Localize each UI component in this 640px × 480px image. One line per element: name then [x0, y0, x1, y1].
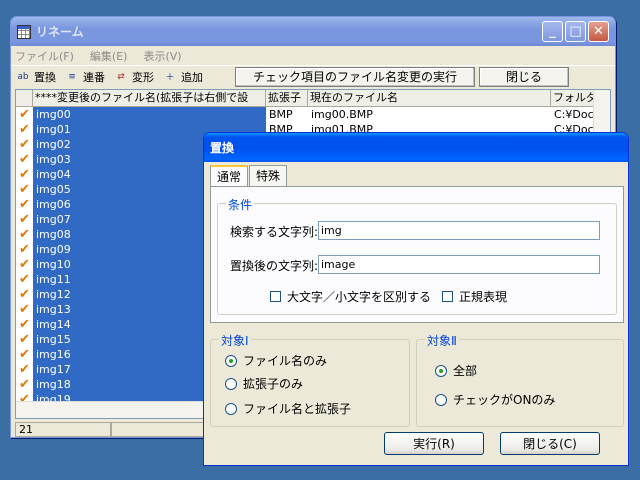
target1-group: 対象Ⅰ ファイル名のみ 拡張子のみ ファイル名と拡張子 [210, 332, 410, 427]
close-button[interactable]: 閉じる [479, 66, 569, 87]
transform-tool-button[interactable]: ⇄ 変形 [113, 69, 154, 85]
replace-tool-label: 置換 [34, 70, 56, 84]
menubar: ファイル(F) 編集(E) 表示(V) [11, 46, 615, 65]
radio-all-label: 全部 [453, 364, 478, 378]
check-icon[interactable]: ✔ [16, 317, 33, 332]
new-name-cell[interactable]: img00 [33, 107, 266, 122]
check-icon[interactable]: ✔ [16, 362, 33, 377]
radio-filename-only[interactable]: ファイル名のみ [225, 352, 327, 369]
check-icon[interactable]: ✔ [16, 347, 33, 362]
radio-dot[interactable] [435, 393, 447, 406]
add-tool-label: 追加 [181, 70, 203, 84]
transform-icon: ⇄ [117, 71, 125, 82]
check-icon[interactable]: ✔ [16, 152, 33, 167]
transform-tool-label: 変形 [132, 70, 154, 84]
search-input[interactable]: img [318, 221, 600, 240]
check-icon[interactable]: ✔ [16, 257, 33, 272]
maximize-button[interactable]: □ [565, 21, 586, 42]
target2-legend: 対象Ⅱ [425, 332, 459, 349]
sequence-icon: ≡ [68, 71, 76, 82]
tab-normal[interactable]: 通常 [210, 165, 249, 186]
radio-filename-and-ext[interactable]: ファイル名と拡張子 [225, 400, 351, 417]
menu-file[interactable]: ファイル(F) [15, 48, 74, 64]
check-icon[interactable]: ✔ [16, 137, 33, 152]
search-label: 検索する文字列: [230, 225, 319, 239]
check-icon[interactable]: ✔ [16, 107, 33, 122]
replace-input[interactable]: image [318, 255, 600, 274]
execute-button[interactable]: 実行(R) [384, 432, 484, 455]
minimize-button[interactable]: _ [542, 21, 563, 42]
check-icon[interactable]: ✔ [16, 377, 33, 392]
add-tool-button[interactable]: ＋ 追加 [162, 69, 203, 85]
radio-checked-only[interactable]: チェックがONのみ [435, 391, 555, 408]
dialog-tabs: 通常 特殊 [210, 165, 288, 186]
close-window-button[interactable]: ✕ [588, 21, 609, 42]
radio-filename-and-ext-label: ファイル名と拡張子 [243, 402, 352, 416]
case-sensitive-checkbox[interactable]: 大文字／小文字を区別する [270, 288, 431, 305]
header-ext[interactable]: 拡張子 [266, 90, 308, 106]
check-icon[interactable]: ✔ [16, 302, 33, 317]
check-icon[interactable]: ✔ [16, 167, 33, 182]
dialog-title: 置換 [210, 141, 235, 155]
radio-filename-only-label: ファイル名のみ [243, 354, 328, 368]
current-name-cell: img00.BMP [311, 108, 373, 121]
conditions-legend: 条件 [226, 196, 255, 213]
check-icon[interactable]: ✔ [16, 122, 33, 137]
radio-ext-only[interactable]: 拡張子のみ [225, 375, 303, 392]
regex-label: 正規表現 [459, 290, 508, 304]
replace-tool-button[interactable]: ab 置換 [15, 69, 56, 85]
radio-dot[interactable] [225, 402, 237, 415]
radio-dot[interactable] [225, 377, 237, 390]
regex-checkbox[interactable]: 正規表現 [442, 288, 507, 305]
replace-icon: ab [17, 71, 29, 82]
radio-dot[interactable] [435, 364, 447, 377]
window-title: リネーム [36, 25, 84, 39]
folder-cell: C:¥Docu [554, 108, 596, 121]
table-icon [17, 24, 31, 39]
menu-view[interactable]: 表示(V) [143, 48, 181, 64]
conditions-group: 条件 検索する文字列: img 置換後の文字列: image 大文字／小文字を区… [217, 196, 617, 315]
execute-rename-button[interactable]: チェック項目のファイル名変更の実行 [235, 66, 475, 87]
target2-group: 対象Ⅱ 全部 チェックがONのみ [416, 332, 624, 427]
check-icon[interactable]: ✔ [16, 197, 33, 212]
main-titlebar[interactable]: リネーム _ □ ✕ [11, 17, 615, 46]
ext-cell: BMP [269, 108, 293, 121]
radio-ext-only-label: 拡張子のみ [243, 377, 304, 391]
tab-special[interactable]: 特殊 [249, 165, 288, 186]
check-icon[interactable]: ✔ [16, 242, 33, 257]
check-icon[interactable]: ✔ [16, 332, 33, 347]
replace-label: 置換後の文字列: [230, 259, 319, 273]
radio-dot[interactable] [225, 354, 237, 367]
radio-all[interactable]: 全部 [435, 362, 477, 379]
sequence-tool-label: 連番 [83, 70, 105, 84]
header-new-name[interactable]: ****変更後のファイル名(拡張子は右側で設 [33, 90, 266, 106]
menu-edit[interactable]: 編集(E) [90, 48, 128, 64]
check-icon[interactable]: ✔ [16, 182, 33, 197]
header-current-name[interactable]: 現在のファイル名 [308, 90, 551, 106]
dialog-close-button[interactable]: 閉じる(C) [500, 432, 600, 455]
check-icon[interactable]: ✔ [16, 272, 33, 287]
regex-checkbox-box[interactable] [442, 291, 453, 302]
check-icon[interactable]: ✔ [16, 287, 33, 302]
status-count: 21 [15, 421, 111, 437]
dialog-titlebar[interactable]: 置換 [204, 133, 628, 162]
replace-dialog: 置換 通常 特殊 条件 検索する文字列: img 置換後の文字列: image … [203, 132, 629, 466]
toolbar: ab 置換 ≡ 連番 ⇄ 変形 ＋ 追加 チェック項目のファイル名変更の実行 閉… [11, 65, 615, 87]
case-label: 大文字／小文字を区別する [287, 290, 432, 304]
sequence-tool-button[interactable]: ≡ 連番 [64, 69, 105, 85]
radio-checked-only-label: チェックがONのみ [453, 393, 556, 407]
header-check [16, 90, 33, 106]
check-icon[interactable]: ✔ [16, 227, 33, 242]
add-icon: ＋ [165, 73, 175, 83]
header-folder[interactable]: フォルダ [551, 90, 596, 106]
tab-panel: 条件 検索する文字列: img 置換後の文字列: image 大文字／小文字を区… [210, 186, 624, 323]
list-header: ****変更後のファイル名(拡張子は右側で設 拡張子 現在のファイル名 フォルダ [16, 90, 610, 107]
table-row[interactable]: ✔ img00 BMP img00.BMP C:¥Docu [16, 107, 610, 122]
case-checkbox-box[interactable] [270, 291, 281, 302]
target1-legend: 対象Ⅰ [219, 332, 251, 349]
check-icon[interactable]: ✔ [16, 212, 33, 227]
